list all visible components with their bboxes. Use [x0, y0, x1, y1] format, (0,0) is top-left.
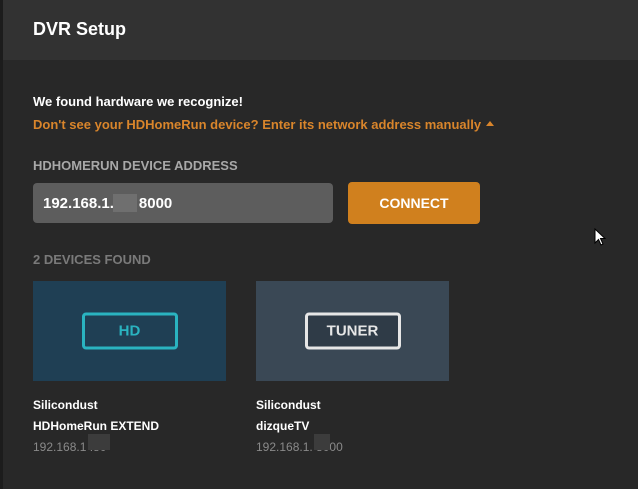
hd-badge-icon: HD [81, 312, 178, 350]
device-card-hd[interactable]: HD [33, 281, 226, 381]
redacted-ip-segment [113, 194, 137, 212]
device-address-input[interactable] [33, 183, 333, 223]
device-make: Silicondust [256, 398, 321, 412]
manual-address-link[interactable]: Don't see your HDHomeRun device? Enter i… [33, 117, 495, 132]
dvr-setup-dialog: DVR Setup We found hardware we recognize… [3, 0, 638, 489]
mouse-cursor-icon [594, 228, 607, 246]
found-hardware-message: We found hardware we recognize! [33, 94, 243, 109]
dialog-title: DVR Setup [33, 19, 127, 39]
dialog-header: DVR Setup [3, 0, 638, 60]
device-card-tuner[interactable]: TUNER [256, 281, 449, 381]
device-address-label: HDHOMERUN DEVICE ADDRESS [33, 158, 238, 173]
device-make: Silicondust [33, 398, 98, 412]
caret-up-icon [486, 121, 495, 127]
redacted-ip-segment [314, 434, 330, 450]
devices-found-label: 2 DEVICES FOUND [33, 252, 151, 267]
connect-button[interactable]: CONNECT [348, 182, 480, 224]
redacted-ip-segment [88, 434, 110, 450]
manual-address-link-label: Don't see your HDHomeRun device? Enter i… [33, 117, 482, 132]
tuner-badge-icon: TUNER [304, 312, 401, 350]
